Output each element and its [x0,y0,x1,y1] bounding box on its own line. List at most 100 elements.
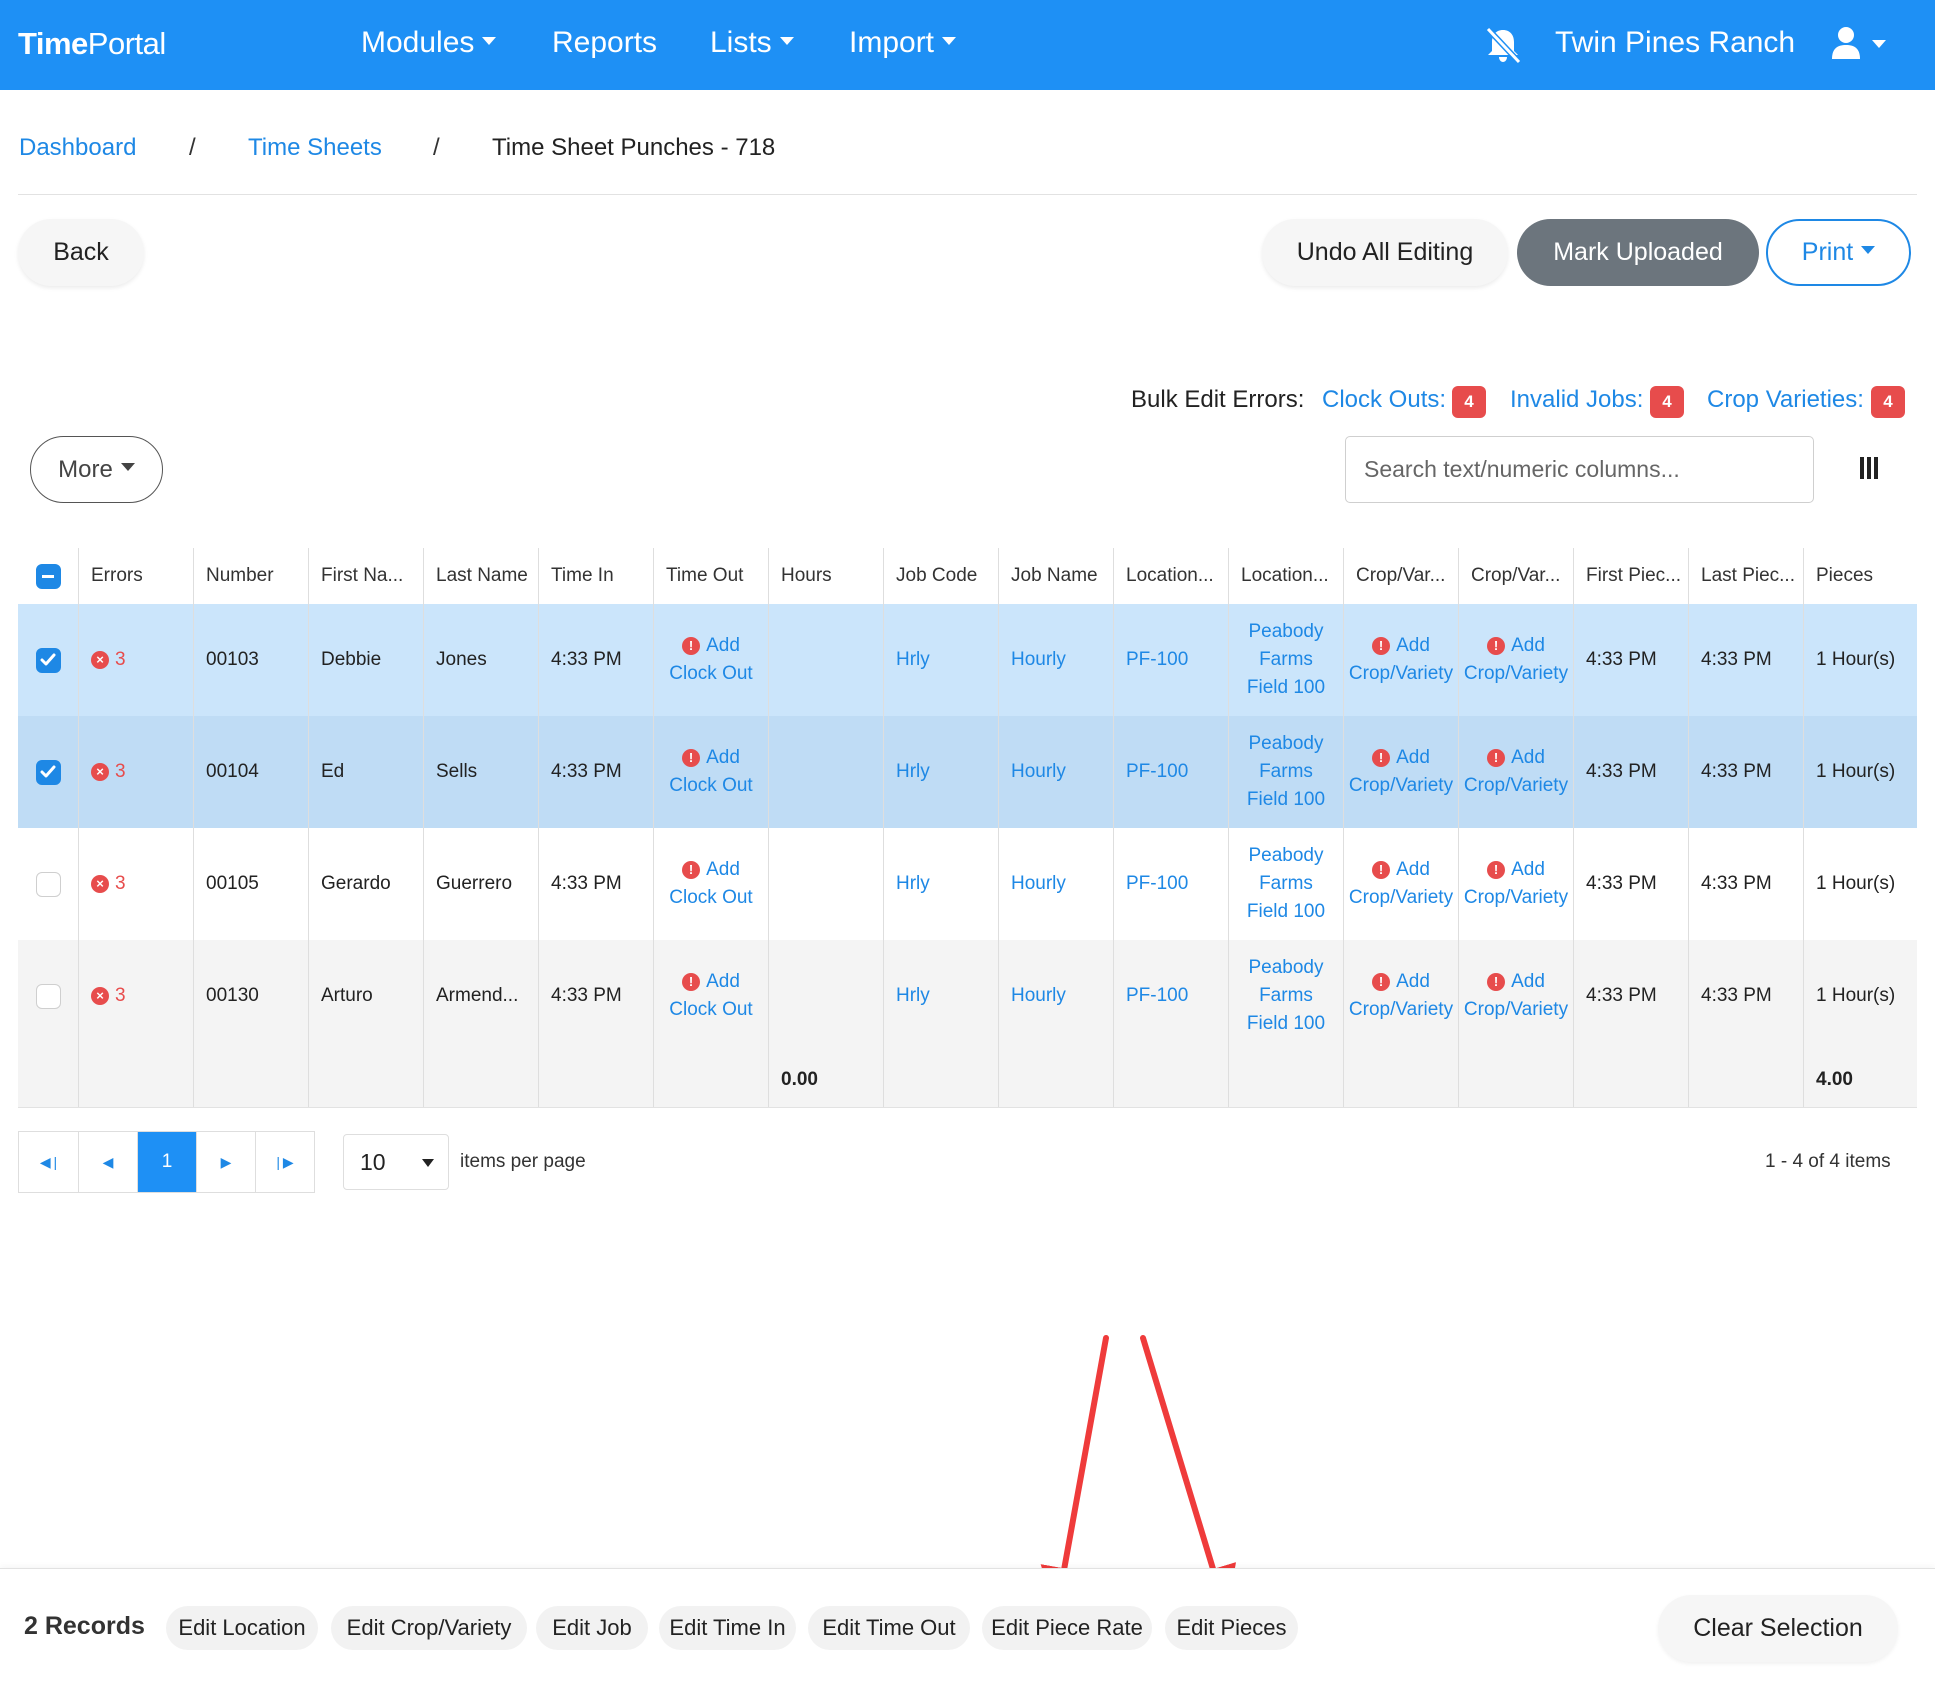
location-line[interactable]: Peabody [1248,621,1323,642]
add-clock-out-link[interactable]: ! Add Clock Out [669,856,752,912]
time-out-cell[interactable]: ! Add Clock Out [653,716,768,828]
user-icon[interactable] [1830,26,1862,60]
column-header[interactable]: Number [193,548,308,604]
error-count[interactable]: 3 [115,761,126,783]
location-line[interactable]: Peabody [1248,845,1323,866]
location-line[interactable]: Farms [1259,985,1313,1006]
nav-lists[interactable]: Lists [710,26,794,60]
add-label[interactable]: Add [1396,635,1430,656]
row-checkbox-cell[interactable] [18,940,78,1052]
row-checkbox-checked[interactable] [35,647,61,673]
add-label[interactable]: Add [1396,747,1430,768]
add-crop-variety-link[interactable]: ! Add Crop/Variety [1464,856,1568,912]
column-header[interactable]: First Na... [308,548,423,604]
add-crop-variety-link[interactable]: ! Add Crop/Variety [1349,744,1453,800]
table-row[interactable]: × 3 00104 Ed Sells 4:33 PM! Add Clock Out Hrly Ho… [18,716,1917,828]
location-name-cell[interactable]: Peabody Farms Field 100 [1228,940,1343,1052]
location-line[interactable]: Peabody [1248,733,1323,754]
column-header[interactable]: Crop/Var... [1343,548,1458,604]
crop-variety-cell[interactable]: ! Add Crop/Variety [1343,940,1458,1052]
clear-selection-button[interactable]: Clear Selection [1658,1595,1898,1662]
add-label[interactable]: Add [1511,635,1545,656]
breadcrumb-time-sheets[interactable]: Time Sheets [248,134,382,162]
location-name-link[interactable]: Peabody Farms Field 100 [1247,730,1325,814]
column-header[interactable]: Job Name [998,548,1113,604]
add-clock-out-link[interactable]: ! Add Clock Out [669,744,752,800]
time-out-cell[interactable]: ! Add Clock Out [653,604,768,716]
chevron-down-icon[interactable] [1872,40,1886,48]
mark-uploaded-button[interactable]: Mark Uploaded [1517,219,1759,286]
job-name-cell[interactable]: Hourly [998,940,1113,1052]
print-button[interactable]: Print [1766,219,1911,286]
prev-page-icon[interactable]: ◀ [78,1132,137,1192]
add-label[interactable]: Add [706,747,740,768]
add-clock-out-link[interactable]: ! Add Clock Out [669,632,752,688]
crop-variety-label[interactable]: Crop/Variety [1349,775,1453,796]
undo-all-editing-button[interactable]: Undo All Editing [1262,219,1508,286]
location-line[interactable]: Peabody [1248,957,1323,978]
job-name-cell[interactable]: Hourly [998,716,1113,828]
add-label[interactable]: Add [706,635,740,656]
crop-variety-label[interactable]: Crop/Variety [1464,663,1568,684]
add-crop-variety-link[interactable]: ! Add Crop/Variety [1349,968,1453,1024]
location-code-cell[interactable]: PF-100 [1113,828,1228,940]
edit-job-button[interactable]: Edit Job [536,1606,648,1650]
add-label[interactable]: Add [1511,747,1545,768]
bulk-crop-varieties-link[interactable]: Crop Varieties: [1707,386,1864,414]
crop-variety-cell[interactable]: ! Add Crop/Variety [1343,828,1458,940]
location-name-link[interactable]: Peabody Farms Field 100 [1247,618,1325,702]
crop-variety-label[interactable]: Crop/Variety [1464,775,1568,796]
row-checkbox-cell[interactable] [18,716,78,828]
location-name-cell[interactable]: Peabody Farms Field 100 [1228,604,1343,716]
location-line[interactable]: Field 100 [1247,677,1325,698]
edit-location-button[interactable]: Edit Location [166,1606,318,1650]
crop-variety-cell[interactable]: ! Add Crop/Variety [1343,604,1458,716]
errors-cell[interactable]: × 3 [78,604,193,716]
location-line[interactable]: Field 100 [1247,789,1325,810]
location-name-cell[interactable]: Peabody Farms Field 100 [1228,716,1343,828]
column-header[interactable]: Pieces [1803,548,1917,604]
back-button[interactable]: Back [18,219,144,286]
job-code-cell[interactable]: Hrly [883,828,998,940]
location-line[interactable]: Farms [1259,873,1313,894]
page-size-select[interactable]: 10 [343,1134,449,1190]
errors-cell[interactable]: × 3 [78,716,193,828]
add-label[interactable]: Add [706,859,740,880]
nav-reports[interactable]: Reports [552,26,657,60]
crop-variety-label[interactable]: Crop/Variety [1349,887,1453,908]
crop-variety-label[interactable]: Crop/Variety [1464,887,1568,908]
crop-variety-cell[interactable]: ! Add Crop/Variety [1343,716,1458,828]
column-header[interactable]: Time Out [653,548,768,604]
clock-out-label[interactable]: Clock Out [669,887,752,908]
crop-variety-cell[interactable]: ! Add Crop/Variety [1458,604,1573,716]
row-checkbox-cell[interactable] [18,828,78,940]
edit-time-in-button[interactable]: Edit Time In [659,1606,796,1650]
nav-modules[interactable]: Modules [361,26,497,60]
column-header[interactable]: Time In [538,548,653,604]
table-row[interactable]: × 3 00105 Gerardo Guerrero 4:33 PM! Add Clock O… [18,828,1917,940]
edit-piece-rate-button[interactable]: Edit Piece Rate [982,1606,1152,1650]
table-row[interactable]: × 3 00103 Debbie Jones 4:33 PM! Add Clock Out Hr… [18,604,1917,716]
add-crop-variety-link[interactable]: ! Add Crop/Variety [1349,632,1453,688]
nav-import[interactable]: Import [849,26,957,60]
add-label[interactable]: Add [1511,971,1545,992]
job-code-cell[interactable]: Hrly [883,716,998,828]
location-code-cell[interactable]: PF-100 [1113,716,1228,828]
column-chooser-icon[interactable] [1860,457,1878,479]
row-checkbox-cell[interactable] [18,604,78,716]
column-header[interactable]: Location... [1113,548,1228,604]
bulk-clock-outs-link[interactable]: Clock Outs: [1322,386,1446,414]
brand-logo[interactable]: TimePortal [18,26,166,62]
crop-variety-label[interactable]: Crop/Variety [1349,999,1453,1020]
error-count[interactable]: 3 [115,873,126,895]
edit-pieces-button[interactable]: Edit Pieces [1165,1606,1298,1650]
add-crop-variety-link[interactable]: ! Add Crop/Variety [1349,856,1453,912]
location-name-link[interactable]: Peabody Farms Field 100 [1247,954,1325,1038]
select-all-checkbox[interactable] [35,563,61,589]
row-checkbox-checked[interactable] [35,759,61,785]
search-input[interactable] [1345,436,1814,503]
column-header[interactable]: Crop/Var... [1458,548,1573,604]
job-name-cell[interactable]: Hourly [998,604,1113,716]
error-count[interactable]: 3 [115,649,126,671]
edit-time-out-button[interactable]: Edit Time Out [808,1606,970,1650]
